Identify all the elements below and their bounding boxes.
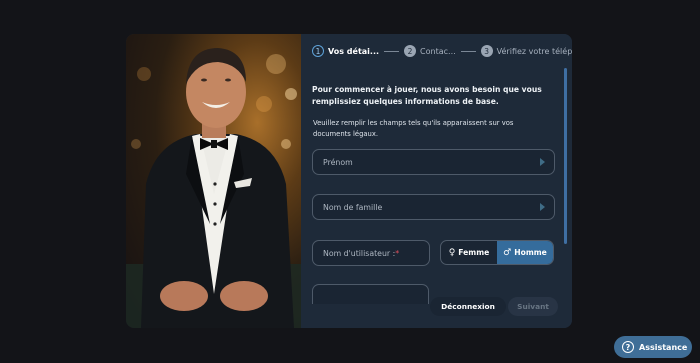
step-2[interactable]: 2 Contac... (404, 45, 456, 57)
first-name-placeholder: Prénom (323, 157, 353, 167)
assistance-label: Assistance (639, 342, 688, 352)
gender-male-option[interactable]: ♂ Homme (497, 241, 553, 264)
step-label: Contac... (420, 46, 456, 56)
step-connector (460, 50, 476, 52)
step-number: 3 (480, 45, 493, 57)
username-placeholder: Nom d'utilisateur : (323, 248, 396, 258)
field-arrow-icon (540, 158, 545, 166)
signup-modal: 1 Vos détai... 2 Contac... 3 Vérifiez vo… (126, 34, 572, 328)
step-label: Vérifiez votre téléph... (496, 46, 572, 56)
gender-female-option[interactable]: ♀ Femme (441, 241, 497, 264)
progress-stepper: 1 Vos détai... 2 Contac... 3 Vérifiez vo… (312, 44, 572, 58)
step-1[interactable]: 1 Vos détai... (312, 45, 379, 57)
last-name-field[interactable]: Nom de famille (312, 194, 555, 220)
question-icon: ? (622, 341, 634, 353)
field-arrow-icon (540, 203, 545, 211)
gender-male-label: Homme (514, 248, 547, 257)
step-label: Vos détai... (328, 46, 380, 56)
username-field[interactable]: Nom d'utilisateur : * (312, 240, 430, 266)
next-button[interactable]: Suivant (508, 297, 558, 316)
logout-button[interactable]: Déconnexion (430, 297, 506, 316)
photo-illustration (126, 48, 301, 328)
last-name-placeholder: Nom de famille (323, 202, 383, 212)
gender-female-label: Femme (458, 248, 490, 257)
form-intro-text: Pour commencer à jouer, nous avons besoi… (312, 85, 542, 106)
form-note-text: Veuillez remplir les champs tels qu'ils … (313, 119, 514, 138)
gender-toggle: ♀ Femme ♂ Homme (440, 240, 554, 265)
next-field-partial[interactable] (312, 284, 429, 304)
form-scrollbar[interactable] (564, 68, 567, 244)
male-symbol-icon: ♂ (503, 247, 512, 258)
casino-host-photo (126, 34, 301, 328)
step-3[interactable]: 3 Vérifiez votre téléph... (480, 45, 572, 57)
required-marker: * (395, 248, 400, 258)
registration-panel: 1 Vos détai... 2 Contac... 3 Vérifiez vo… (301, 34, 572, 328)
step-number: 1 (312, 45, 324, 57)
step-number: 2 (404, 45, 417, 57)
step-connector (384, 50, 400, 52)
first-name-field[interactable]: Prénom (312, 149, 555, 175)
assistance-button[interactable]: ? Assistance (614, 336, 692, 358)
female-symbol-icon: ♀ (448, 247, 456, 258)
